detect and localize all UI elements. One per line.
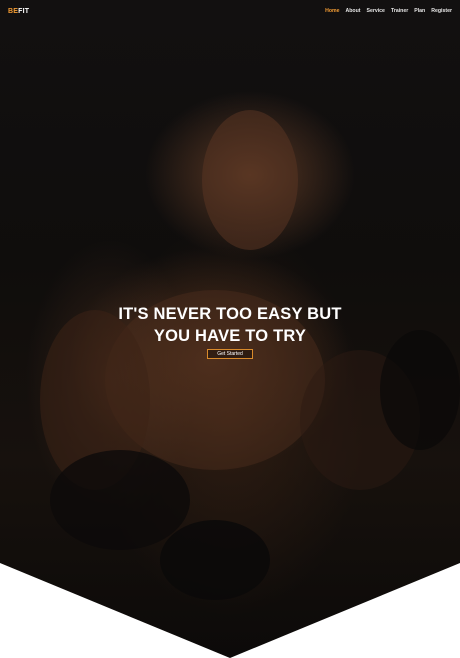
hero-headline: IT'S NEVER TOO EASY BUT YOU HAVE TO TRY bbox=[0, 303, 460, 347]
brand-suffix: FIT bbox=[18, 8, 30, 15]
nav-item-service[interactable]: Service bbox=[366, 8, 384, 14]
hero-headline-line-2: YOU HAVE TO TRY bbox=[153, 327, 307, 345]
brand-logo[interactable]: BEFIT bbox=[8, 8, 29, 15]
nav-item-trainer[interactable]: Trainer bbox=[391, 8, 408, 14]
nav-item-plan[interactable]: Plan bbox=[414, 8, 425, 14]
nav-menu: Home About Service Trainer Plan Register bbox=[325, 8, 452, 14]
nav-item-register[interactable]: Register bbox=[431, 8, 452, 14]
brand-prefix: BE bbox=[8, 8, 19, 15]
nav-item-about[interactable]: About bbox=[346, 8, 361, 14]
top-navbar: BEFIT Home About Service Trainer Plan Re… bbox=[8, 8, 452, 20]
hero-headline-line-1: IT'S NEVER TOO EASY BUT bbox=[118, 305, 342, 323]
hero-section: BEFIT Home About Service Trainer Plan Re… bbox=[0, 0, 460, 658]
get-started-button[interactable]: Get Started bbox=[207, 349, 253, 359]
nav-item-home[interactable]: Home bbox=[325, 8, 339, 14]
